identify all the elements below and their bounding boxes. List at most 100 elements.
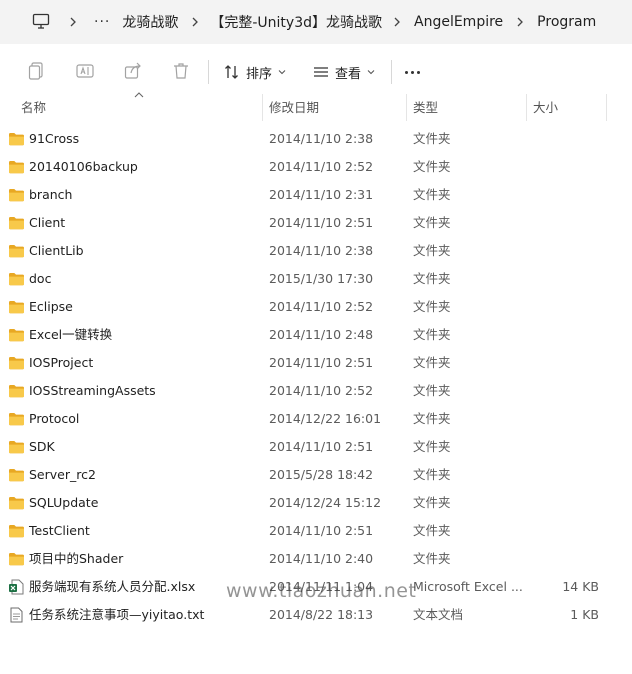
file-date: 2014/11/11 1:04 bbox=[269, 579, 374, 594]
folder-icon bbox=[8, 243, 25, 259]
file-row[interactable]: Protocol 2014/12/22 16:01 文件夹 bbox=[0, 405, 632, 433]
breadcrumb-segment[interactable]: AngelEmpire bbox=[410, 0, 507, 44]
more-dot bbox=[405, 71, 408, 74]
more-options-button[interactable] bbox=[405, 71, 420, 74]
folder-icon bbox=[8, 187, 25, 203]
file-date: 2015/1/30 17:30 bbox=[269, 271, 374, 286]
file-name: Protocol bbox=[29, 411, 80, 426]
breadcrumb-segment[interactable]: Program bbox=[533, 0, 600, 44]
file-date: 2014/12/24 15:12 bbox=[269, 495, 382, 510]
folder-icon bbox=[8, 215, 25, 231]
file-row[interactable]: SQLUpdate 2014/12/24 15:12 文件夹 bbox=[0, 489, 632, 517]
excel-file-icon bbox=[8, 579, 25, 595]
computer-icon[interactable] bbox=[32, 13, 50, 30]
file-row[interactable]: 任务系统注意事项—yiyitao.txt 2014/8/22 18:13 文本文档 1… bbox=[0, 601, 632, 629]
file-name: 任务系统注意事项—yiyitao.txt bbox=[29, 607, 205, 622]
chevron-right-icon[interactable] bbox=[60, 17, 86, 27]
command-bar: 排序 查看 bbox=[0, 44, 632, 98]
folder-icon bbox=[8, 131, 25, 147]
file-row[interactable]: 20140106backup 2014/11/10 2:52 文件夹 bbox=[0, 153, 632, 181]
folder-icon bbox=[8, 551, 25, 567]
file-row[interactable]: branch 2014/11/10 2:31 文件夹 bbox=[0, 181, 632, 209]
folder-icon bbox=[8, 271, 25, 287]
folder-icon bbox=[8, 411, 25, 427]
file-row[interactable]: IOSProject 2014/11/10 2:51 文件夹 bbox=[0, 349, 632, 377]
file-date: 2014/11/10 2:52 bbox=[269, 299, 374, 314]
address-bar: ··· 龙骑战歌 【完整-Unity3d】龙骑战歌 AngelEmpire Pr… bbox=[0, 0, 632, 44]
file-name: Excel一键转换 bbox=[29, 327, 113, 342]
file-row[interactable]: Eclipse 2014/11/10 2:52 文件夹 bbox=[0, 293, 632, 321]
file-type: 文件夹 bbox=[413, 187, 451, 202]
file-row[interactable]: 服务端现有系统人员分配.xlsx 2014/11/11 1:04 Microsoft… bbox=[0, 573, 632, 601]
file-row[interactable]: 项目中的Shader 2014/11/10 2:40 文件夹 bbox=[0, 545, 632, 573]
file-name: ClientLib bbox=[29, 243, 84, 258]
folder-icon bbox=[8, 299, 25, 315]
file-name: IOSStreamingAssets bbox=[29, 383, 156, 398]
file-name: Client bbox=[29, 215, 66, 230]
file-row[interactable]: SDK 2014/11/10 2:51 文件夹 bbox=[0, 433, 632, 461]
column-header-date[interactable]: 修改日期 bbox=[269, 94, 319, 121]
chevron-down-icon bbox=[278, 70, 286, 75]
file-date: 2014/11/10 2:40 bbox=[269, 551, 374, 566]
column-divider[interactable] bbox=[526, 94, 527, 121]
file-name: Server_rc2 bbox=[29, 467, 96, 482]
folder-icon bbox=[8, 439, 25, 455]
column-header-type[interactable]: 类型 bbox=[413, 94, 438, 121]
file-row[interactable]: Server_rc2 2015/5/28 18:42 文件夹 bbox=[0, 461, 632, 489]
file-type: 文件夹 bbox=[413, 439, 451, 454]
column-divider[interactable] bbox=[262, 94, 263, 121]
file-date: 2014/11/10 2:38 bbox=[269, 131, 374, 146]
file-row[interactable]: Excel一键转换 2014/11/10 2:48 文件夹 bbox=[0, 321, 632, 349]
column-divider[interactable] bbox=[606, 94, 607, 121]
folder-icon bbox=[8, 355, 25, 371]
chevron-down-icon bbox=[367, 70, 375, 75]
file-date: 2014/12/22 16:01 bbox=[269, 411, 382, 426]
file-date: 2014/11/10 2:51 bbox=[269, 523, 374, 538]
breadcrumb-label: 龙骑战歌 bbox=[122, 15, 179, 31]
file-type: 文件夹 bbox=[413, 467, 451, 482]
sort-icon bbox=[225, 65, 238, 79]
file-date: 2014/11/10 2:51 bbox=[269, 439, 374, 454]
address-overflow-button[interactable]: ··· bbox=[86, 14, 118, 30]
file-type: 文件夹 bbox=[413, 327, 451, 342]
view-button[interactable]: 查看 bbox=[313, 60, 381, 84]
file-row[interactable]: ClientLib 2014/11/10 2:38 文件夹 bbox=[0, 237, 632, 265]
file-name: IOSProject bbox=[29, 355, 94, 370]
view-icon bbox=[314, 67, 328, 77]
file-name: branch bbox=[29, 187, 73, 202]
file-row[interactable]: Client 2014/11/10 2:51 文件夹 bbox=[0, 209, 632, 237]
file-date: 2014/11/10 2:51 bbox=[269, 215, 374, 230]
file-list: 91Cross 2014/11/10 2:38 文件夹 20140106backup 2… bbox=[0, 125, 632, 629]
delete-icon[interactable] bbox=[171, 61, 191, 81]
file-type: 文件夹 bbox=[413, 215, 451, 230]
folder-icon bbox=[8, 159, 25, 175]
folder-icon bbox=[8, 327, 25, 343]
breadcrumb-segment[interactable]: 龙骑战歌 bbox=[118, 0, 182, 44]
chevron-right-icon[interactable] bbox=[384, 17, 410, 27]
file-date: 2014/11/10 2:38 bbox=[269, 243, 374, 258]
file-row[interactable]: IOSStreamingAssets 2014/11/10 2:52 文件夹 bbox=[0, 377, 632, 405]
column-header-row: 名称 修改日期 类型 大小 bbox=[0, 92, 632, 121]
share-icon[interactable] bbox=[123, 61, 143, 81]
column-header-name[interactable]: 名称 bbox=[21, 94, 46, 121]
column-divider[interactable] bbox=[406, 94, 407, 121]
rename-icon[interactable] bbox=[75, 61, 95, 81]
copy-icon[interactable] bbox=[27, 61, 47, 81]
file-date: 2014/11/10 2:51 bbox=[269, 355, 374, 370]
file-type: 文件夹 bbox=[413, 551, 451, 566]
chevron-right-icon[interactable] bbox=[507, 17, 533, 27]
file-type: 文本文档 bbox=[413, 607, 464, 622]
file-row[interactable]: 91Cross 2014/11/10 2:38 文件夹 bbox=[0, 125, 632, 153]
file-type: 文件夹 bbox=[413, 355, 451, 370]
file-row[interactable]: TestClient 2014/11/10 2:51 文件夹 bbox=[0, 517, 632, 545]
folder-icon bbox=[8, 523, 25, 539]
breadcrumb-segment[interactable]: 【完整-Unity3d】龙骑战歌 bbox=[208, 0, 384, 44]
file-size: 14 KB bbox=[562, 579, 599, 594]
chevron-right-icon[interactable] bbox=[182, 17, 208, 27]
sort-button[interactable]: 排序 bbox=[224, 60, 292, 84]
file-date: 2014/8/22 18:13 bbox=[269, 607, 374, 622]
folder-icon bbox=[8, 467, 25, 483]
file-row[interactable]: doc 2015/1/30 17:30 文件夹 bbox=[0, 265, 632, 293]
more-dot bbox=[417, 71, 420, 74]
column-header-size[interactable]: 大小 bbox=[533, 94, 558, 121]
